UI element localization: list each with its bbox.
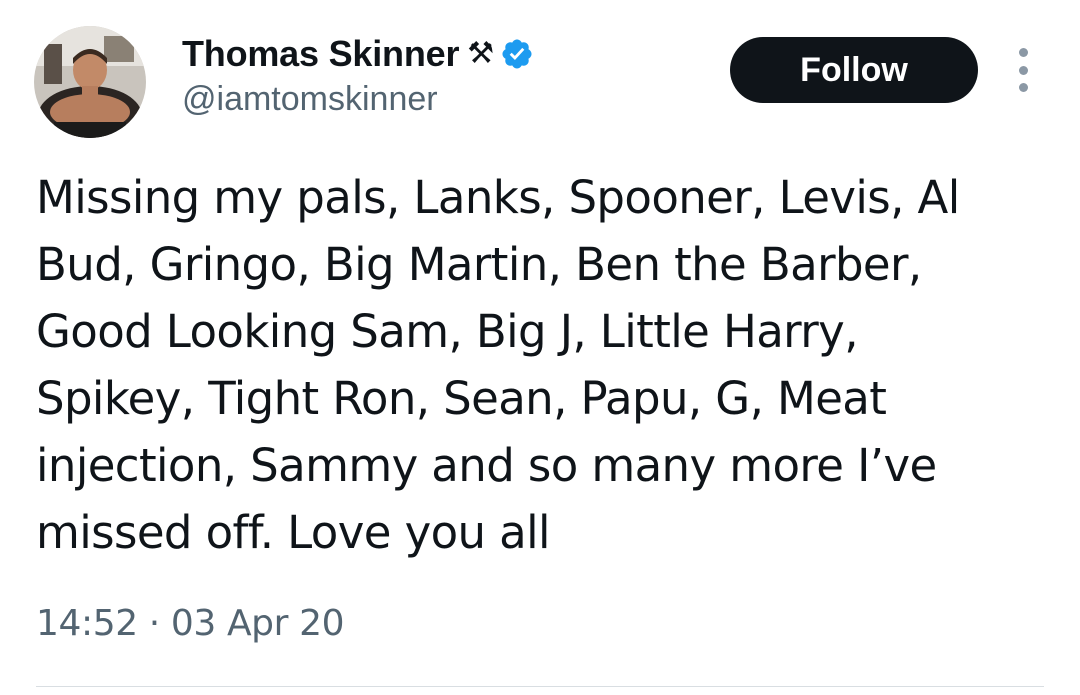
more-dot xyxy=(1018,65,1028,75)
tweet-timestamp[interactable]: 14:52 · 03 Apr 20 xyxy=(36,603,344,644)
divider xyxy=(36,686,1044,687)
tweet-text: Missing my pals, Lanks, Spooner, Levis, … xyxy=(36,171,960,559)
more-dot xyxy=(1018,48,1028,57)
tweet-time[interactable]: 14:52 xyxy=(36,603,138,644)
hammer-pick-emoji-icon: ⚒ xyxy=(467,37,495,70)
avatar[interactable] xyxy=(34,26,146,138)
author-display-name[interactable]: Thomas Skinner xyxy=(182,33,459,75)
verified-badge-icon xyxy=(502,39,532,69)
timestamp-separator: · xyxy=(137,603,171,644)
more-dot xyxy=(1018,83,1028,92)
author-handle[interactable]: @iamtomskinner xyxy=(182,80,438,119)
follow-button[interactable]: Follow xyxy=(730,37,978,103)
more-options-icon[interactable] xyxy=(1012,48,1034,92)
author-name-row[interactable]: Thomas Skinner ⚒ xyxy=(182,30,534,78)
avatar-photo xyxy=(34,26,146,138)
tweet-date[interactable]: 03 Apr 20 xyxy=(171,603,345,644)
tweet-card: Thomas Skinner ⚒ @iamtomskinner Follow M… xyxy=(0,0,1080,695)
